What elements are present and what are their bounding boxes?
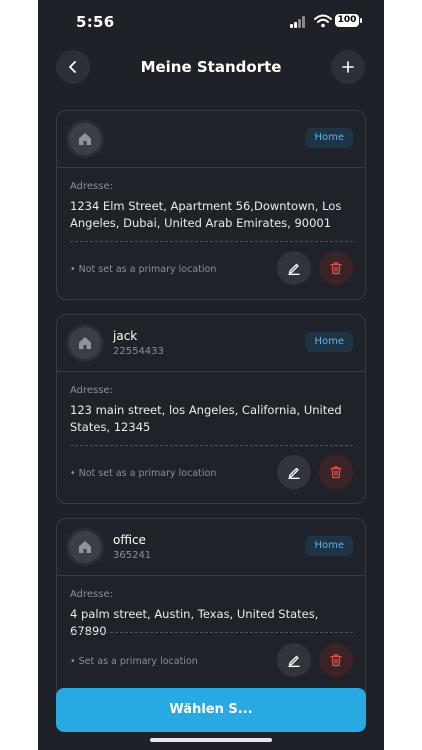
divider [70, 445, 353, 446]
add-location-button[interactable] [331, 50, 365, 84]
location-avatar [69, 531, 101, 563]
wifi-icon [314, 14, 332, 28]
battery-indicator: 100 [335, 14, 362, 27]
trash-icon [330, 262, 342, 275]
delete-button[interactable] [319, 643, 353, 677]
card-header: Home [57, 111, 365, 168]
card-header: jack 22554433 Home [57, 315, 365, 372]
divider [70, 632, 353, 633]
home-icon [79, 541, 91, 553]
status-bar: 5:56 100 [38, 0, 384, 44]
address-text: 1234 Elm Street, Apartment 56,Downtown, … [70, 199, 342, 230]
edit-button[interactable] [277, 251, 311, 285]
pencil-icon [288, 263, 300, 275]
location-avatar [69, 327, 101, 359]
trash-icon [330, 466, 342, 479]
divider [70, 241, 353, 242]
location-phone: 365241 [113, 550, 152, 561]
home-icon [79, 133, 91, 145]
home-icon [79, 337, 91, 349]
trash-icon [330, 654, 342, 667]
address-label: Adresse: [70, 385, 113, 396]
delete-button[interactable] [319, 455, 353, 489]
address-label: Adresse: [70, 589, 113, 600]
location-type-badge: Home [305, 128, 353, 148]
address-text: 123 main street, los Angeles, California… [70, 403, 342, 434]
location-card[interactable]: office 365241 Home Adresse: 4 palm stree… [56, 518, 366, 708]
app-screen: 5:56 100 Meine Standorte Home Adresse: 1… [38, 0, 384, 750]
location-name: jack [113, 329, 138, 343]
primary-status: • Set as a primary location [70, 656, 198, 667]
location-type-badge: Home [305, 332, 353, 352]
location-phone: 22554433 [113, 346, 164, 357]
location-card[interactable]: Home Adresse: 1234 Elm Street, Apartment… [56, 110, 366, 300]
primary-status: • Not set as a primary location [70, 468, 217, 479]
delete-button[interactable] [319, 251, 353, 285]
address-label: Adresse: [70, 181, 113, 192]
select-location-button[interactable]: Wählen S... [56, 688, 366, 732]
location-card[interactable]: jack 22554433 Home Adresse: 123 main str… [56, 314, 366, 504]
location-name: office [113, 533, 146, 547]
location-avatar [69, 123, 101, 155]
location-type-badge: Home [305, 536, 353, 556]
address-text: 4 palm street, Austin, Texas, United Sta… [70, 607, 319, 638]
pencil-icon [288, 655, 300, 667]
home-indicator [150, 738, 272, 742]
signal-icon [290, 16, 308, 28]
status-time: 5:56 [76, 13, 115, 31]
plus-icon [342, 61, 354, 73]
edit-button[interactable] [277, 455, 311, 489]
pencil-icon [288, 467, 300, 479]
edit-button[interactable] [277, 643, 311, 677]
card-header: office 365241 Home [57, 519, 365, 576]
primary-status: • Not set as a primary location [70, 264, 217, 275]
